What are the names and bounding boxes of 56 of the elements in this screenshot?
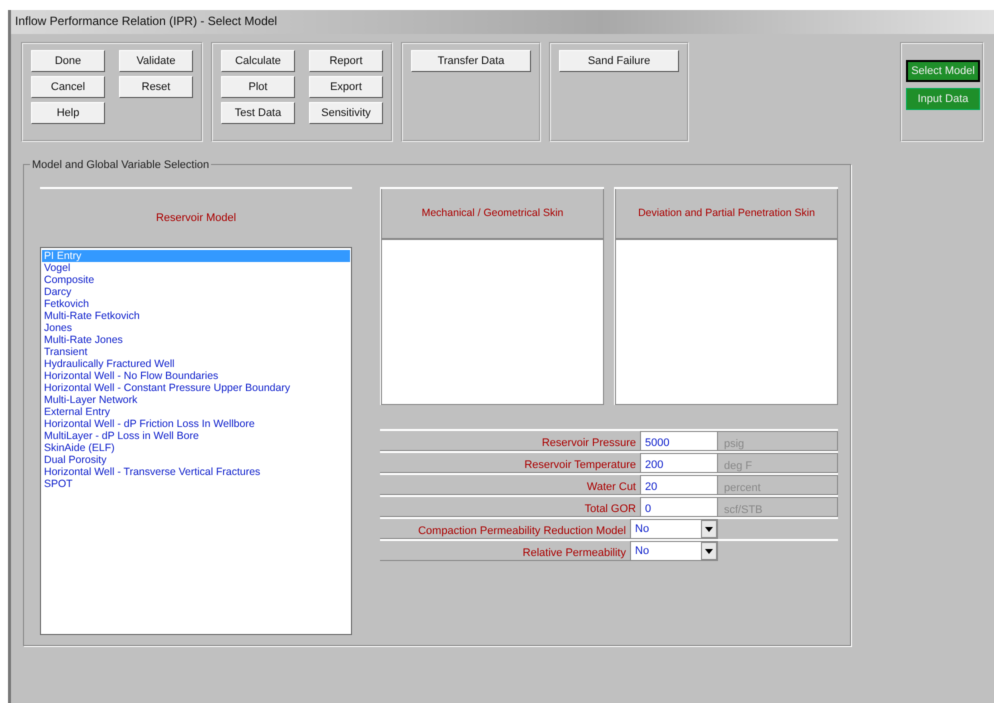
toolbar-button[interactable]: Sand Failure bbox=[559, 50, 679, 72]
list-heading: Reservoir Model bbox=[156, 210, 236, 226]
nav-button[interactable]: Select Model bbox=[906, 60, 980, 82]
input-field[interactable]: 5000 bbox=[640, 431, 718, 451]
list-item[interactable]: Multi-Rate Jones bbox=[42, 334, 350, 346]
panel-heading: Deviation and Partial Penetration Skin bbox=[638, 206, 815, 221]
unit-label: scf/STB bbox=[718, 497, 838, 517]
toolbar-button[interactable]: Calculate bbox=[221, 50, 295, 72]
unit-label: deg F bbox=[718, 453, 838, 473]
caret-icon bbox=[701, 542, 717, 560]
field-label: Compaction Permeability Reduction Model bbox=[380, 519, 630, 539]
toolbar-button[interactable]: Validate bbox=[119, 50, 193, 72]
toolbar-button[interactable]: Help bbox=[31, 102, 105, 124]
list-item[interactable]: SkinAide (ELF) bbox=[42, 442, 350, 454]
panel-heading: Mechanical / Geometrical Skin bbox=[422, 206, 564, 221]
field-label: Reservoir Pressure bbox=[380, 431, 640, 451]
input-field[interactable]: 0 bbox=[640, 497, 718, 517]
list-item[interactable]: Horizontal Well - No Flow Boundaries bbox=[42, 370, 350, 382]
list-item[interactable]: MultiLayer - dP Loss in Well Bore bbox=[42, 430, 350, 442]
list-item[interactable]: Horizontal Well - dP Friction Loss In Wellbore bbox=[42, 418, 350, 430]
list-item[interactable]: Transient bbox=[42, 346, 350, 358]
window-title: Inflow Performance Relation (IPR) - Select Model bbox=[11, 10, 994, 34]
toolbar-button[interactable]: Done bbox=[31, 50, 105, 72]
field-label: Total GOR bbox=[380, 497, 640, 517]
dropdown[interactable]: No bbox=[630, 541, 718, 561]
list-item[interactable]: Vogel bbox=[42, 262, 350, 274]
toolbar-button[interactable]: Report bbox=[309, 50, 383, 72]
list-item[interactable]: Dual Porosity bbox=[42, 454, 350, 466]
list-item[interactable]: Jones bbox=[42, 322, 350, 334]
list-item[interactable]: Multi-Layer Network bbox=[42, 394, 350, 406]
list-item[interactable]: Darcy bbox=[42, 286, 350, 298]
list-item[interactable]: Hydraulically Fractured Well bbox=[42, 358, 350, 370]
field-label: Reservoir Temperature bbox=[380, 453, 640, 473]
toolbar-button[interactable]: Reset bbox=[119, 76, 193, 98]
caret-icon bbox=[701, 520, 717, 538]
unit-label: psig bbox=[718, 431, 838, 451]
list-item[interactable]: SPOT bbox=[42, 478, 350, 490]
list-item[interactable]: Fetkovich bbox=[42, 298, 350, 310]
field-label: Water Cut bbox=[380, 475, 640, 495]
list-item[interactable]: External Entry bbox=[42, 406, 350, 418]
input-field[interactable]: 200 bbox=[640, 453, 718, 473]
toolbar-button[interactable]: Transfer Data bbox=[411, 50, 531, 72]
list-item[interactable]: Composite bbox=[42, 274, 350, 286]
nav-button[interactable]: Input Data bbox=[906, 88, 980, 110]
input-field[interactable]: 20 bbox=[640, 475, 718, 495]
toolbar-button[interactable]: Test Data bbox=[221, 102, 295, 124]
list-item[interactable]: Multi-Rate Fetkovich bbox=[42, 310, 350, 322]
list-item[interactable]: Horizontal Well - Constant Pressure Upper Boundary bbox=[42, 382, 350, 394]
list-item[interactable]: Horizontal Well - Transverse Vertical Fractures bbox=[42, 466, 350, 478]
toolbar-button[interactable]: Export bbox=[309, 76, 383, 98]
toolbar-button[interactable]: Cancel bbox=[31, 76, 105, 98]
dropdown[interactable]: No bbox=[630, 519, 718, 539]
unit-label: percent bbox=[718, 475, 838, 495]
toolbar-button[interactable]: Sensitivity bbox=[309, 102, 383, 124]
toolbar-button[interactable]: Plot bbox=[221, 76, 295, 98]
field-label: Relative Permeability bbox=[380, 541, 630, 561]
